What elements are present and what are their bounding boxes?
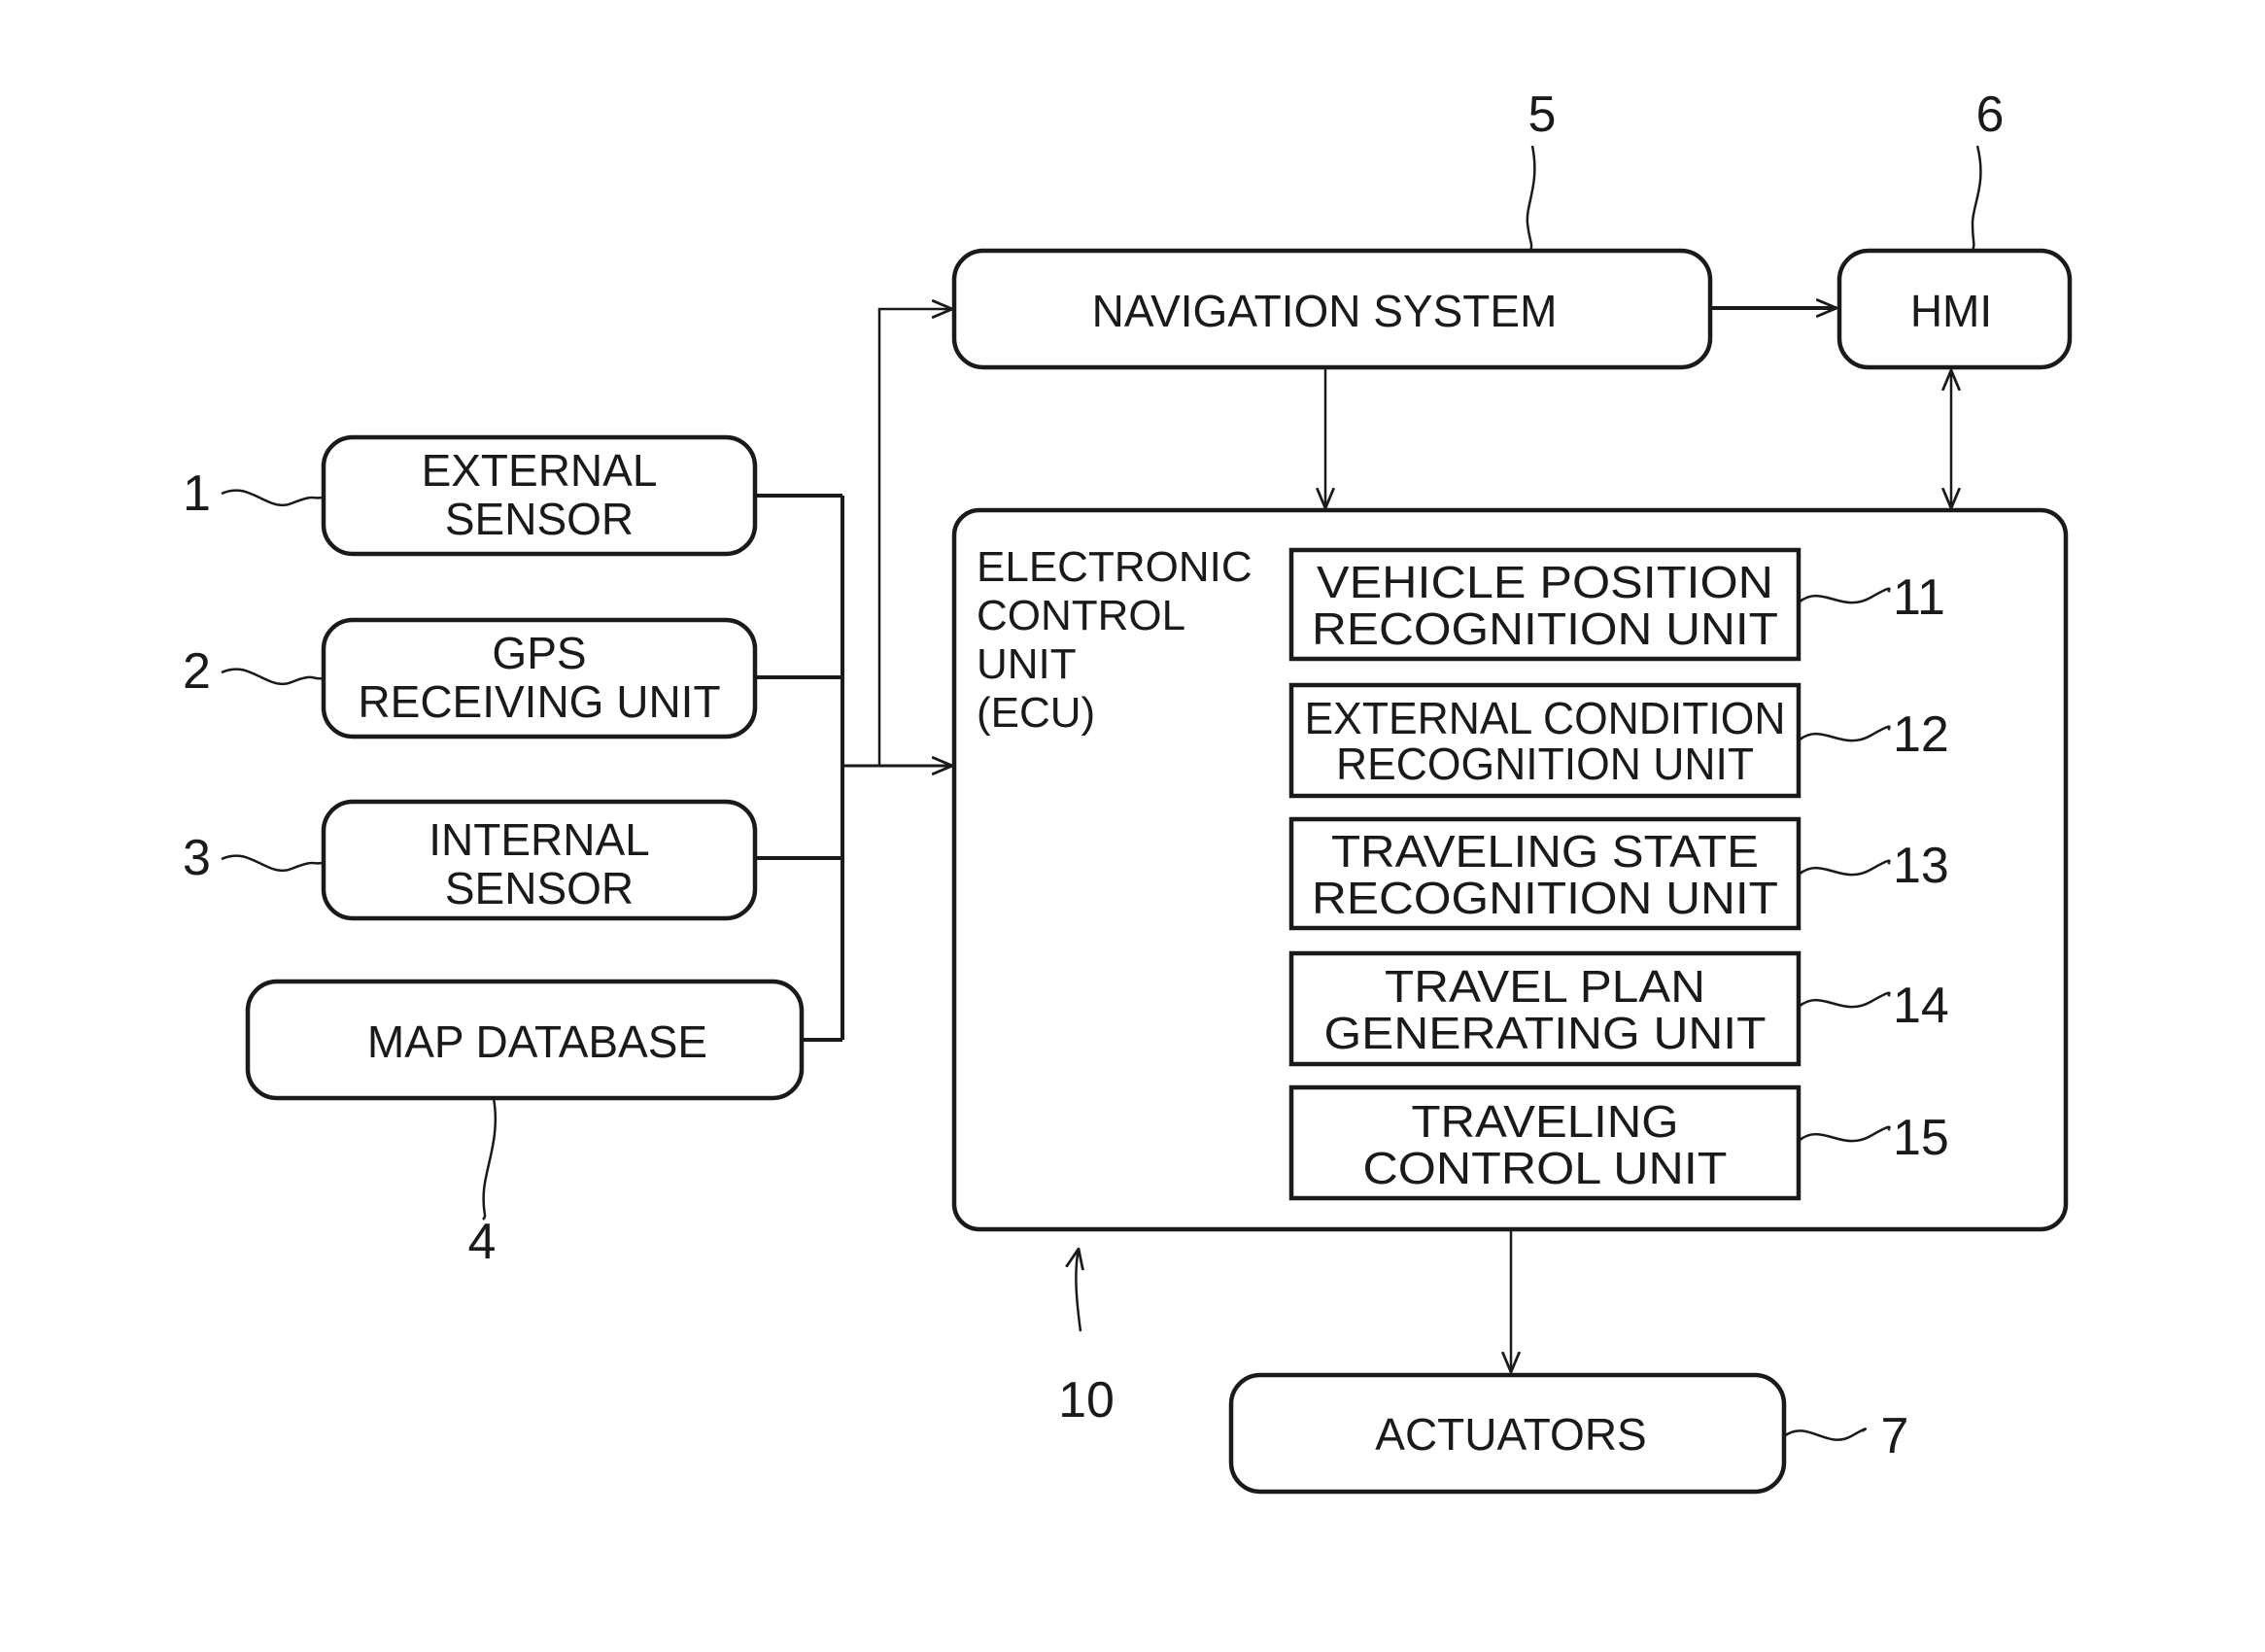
leader-line-4: [482, 1097, 498, 1221]
unit-13-label-line1: TRAVELING STATE: [1331, 826, 1759, 877]
internal-sensor-label-line1: INTERNAL: [429, 814, 649, 865]
input-bus: [755, 309, 952, 1042]
leader-line-13: [1798, 859, 1891, 877]
unit-14-label-line1: TRAVEL PLAN: [1385, 961, 1705, 1012]
external-sensor-ref: 1: [183, 465, 325, 522]
ref-number-10: 10: [1058, 1372, 1115, 1428]
ecu-unit-15: TRAVELING CONTROL UNIT 15: [1288, 1084, 1949, 1201]
unit-15-label-line2: CONTROL UNIT: [1363, 1143, 1728, 1193]
internal-sensor-label-line2: SENSOR: [445, 863, 634, 913]
ecu-label-line2: CONTROL: [977, 592, 1185, 639]
navigation-system-label: NAVIGATION SYSTEM: [1092, 286, 1558, 336]
gps-receiving-unit-block: GPS RECEIVING UNIT: [321, 617, 758, 740]
unit-15-label-line1: TRAVELING: [1412, 1096, 1679, 1147]
leader-arrow-10: [1076, 1249, 1081, 1332]
external-sensor-label-line1: EXTERNAL: [422, 445, 658, 496]
leader-line-14: [1798, 991, 1891, 1009]
external-sensor-block: EXTERNAL SENSOR: [321, 434, 758, 557]
gps-ref: 2: [183, 643, 325, 700]
ref-number-14: 14: [1893, 978, 1949, 1034]
arrow-bus-to-navigation: [877, 309, 952, 766]
ecu-label-line1: ELECTRONIC: [977, 543, 1253, 591]
map-database-block: MAP DATABASE: [245, 979, 805, 1101]
gps-label-line1: GPS: [492, 628, 586, 678]
leader-line-2: [221, 668, 325, 686]
ref-number-1: 1: [183, 465, 211, 522]
ecu-ref: 10: [1058, 1249, 1115, 1428]
ref-number-15: 15: [1893, 1110, 1949, 1166]
leader-line-5: [1526, 145, 1536, 252]
hmi-label: HMI: [1910, 286, 1992, 336]
ref-number-11: 11: [1893, 569, 1945, 626]
ref-number-7: 7: [1881, 1408, 1909, 1464]
external-sensor-label-line2: SENSOR: [445, 494, 634, 544]
actuators-block: ACTUATORS: [1228, 1372, 1787, 1495]
ecu-label-line3: UNIT: [977, 640, 1077, 688]
navigation-ref: 5: [1526, 86, 1557, 252]
internal-sensor-block: INTERNAL SENSOR: [321, 799, 758, 921]
ref-number-2: 2: [183, 643, 211, 700]
ecu-unit-11: VEHICLE POSITION RECOGNITION UNIT 11: [1288, 547, 1945, 662]
ref-number-13: 13: [1893, 838, 1949, 894]
ecu-label-line4: (ECU): [977, 689, 1095, 737]
leader-line-15: [1798, 1125, 1891, 1143]
leader-line-6: [1971, 145, 1982, 252]
unit-12-label-line1: EXTERNAL CONDITION: [1305, 693, 1786, 743]
ref-number-3: 3: [183, 830, 211, 886]
leader-line-12: [1798, 725, 1891, 742]
hmi-ref: 6: [1971, 86, 2005, 252]
leader-line-1: [221, 489, 325, 507]
navigation-system-block: NAVIGATION SYSTEM: [951, 248, 1713, 370]
ref-number-12: 12: [1893, 706, 1949, 763]
actuators-ref: 7: [1783, 1408, 1909, 1464]
unit-11-label-line2: RECOGNITION UNIT: [1312, 603, 1778, 654]
ecu-unit-14: TRAVEL PLAN GENERATING UNIT 14: [1288, 950, 1949, 1067]
actuators-label: ACTUATORS: [1375, 1409, 1646, 1460]
ecu-unit-12: EXTERNAL CONDITION RECOGNITION UNIT 12: [1288, 682, 1949, 799]
leader-line-7: [1783, 1428, 1867, 1441]
unit-13-label-line2: RECOGNITION UNIT: [1312, 873, 1778, 923]
block-diagram: EXTERNAL SENSOR 1 GPS RECEIVING UNIT 2 I…: [183, 86, 2073, 1495]
hmi-block: HMI: [1836, 248, 2073, 370]
internal-sensor-ref: 3: [183, 830, 325, 886]
ref-number-4: 4: [468, 1214, 497, 1270]
gps-label-line2: RECEIVING UNIT: [358, 676, 720, 727]
unit-14-label-line2: GENERATING UNIT: [1324, 1008, 1767, 1058]
ref-number-5: 5: [1528, 86, 1557, 143]
ecu-unit-13: TRAVELING STATE RECOGNITION UNIT 13: [1288, 816, 1949, 931]
unit-12-label-line2: RECOGNITION UNIT: [1336, 739, 1754, 789]
unit-11-label-line1: VEHICLE POSITION: [1317, 557, 1773, 607]
ref-number-6: 6: [1976, 86, 2005, 143]
map-database-label: MAP DATABASE: [367, 1016, 707, 1067]
leader-line-11: [1798, 587, 1891, 604]
leader-line-3: [221, 854, 325, 873]
map-database-ref: 4: [468, 1097, 498, 1270]
